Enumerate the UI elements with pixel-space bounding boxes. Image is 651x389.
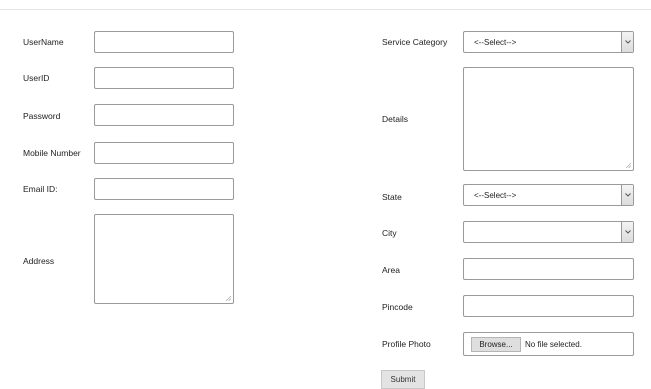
city-label: City: [382, 228, 397, 238]
area-label: Area: [382, 265, 400, 275]
chevron-down-icon[interactable]: [621, 32, 633, 52]
mobile-number-label: Mobile Number: [23, 148, 81, 158]
area-input[interactable]: [463, 258, 634, 280]
details-label: Details: [382, 114, 408, 124]
resize-grip-icon[interactable]: [226, 296, 231, 301]
address-label: Address: [23, 256, 55, 266]
email-input[interactable]: [94, 178, 234, 200]
browse-button[interactable]: Browse...: [471, 337, 521, 352]
password-label: Password: [23, 111, 61, 121]
details-textarea[interactable]: [463, 67, 634, 171]
profile-photo-file-input[interactable]: Browse... No file selected.: [463, 332, 634, 356]
state-select[interactable]: <--Select-->: [463, 184, 634, 206]
email-label: Email ID:: [23, 184, 58, 194]
password-input[interactable]: [94, 104, 234, 126]
state-label: State: [382, 192, 402, 202]
profile-photo-label: Profile Photo: [382, 339, 431, 349]
service-category-selected: <--Select-->: [474, 38, 517, 47]
pincode-input[interactable]: [463, 295, 634, 317]
chevron-down-icon[interactable]: [621, 185, 633, 205]
username-input[interactable]: [94, 31, 234, 53]
userid-input[interactable]: [94, 67, 234, 89]
submit-button[interactable]: Submit: [381, 370, 425, 389]
userid-label: UserID: [23, 73, 50, 83]
username-label: UserName: [23, 37, 64, 47]
registration-page: UserName UserID Password Mobile Number E…: [0, 0, 651, 389]
address-textarea[interactable]: [94, 214, 234, 304]
mobile-number-input[interactable]: [94, 142, 234, 164]
service-category-label: Service Category: [382, 37, 448, 47]
chevron-down-icon[interactable]: [621, 222, 633, 242]
pincode-label: Pincode: [382, 302, 413, 312]
city-select[interactable]: [463, 221, 634, 243]
file-status-text: No file selected.: [525, 340, 582, 349]
top-divider: [0, 9, 651, 10]
resize-grip-icon[interactable]: [626, 163, 631, 168]
service-category-select[interactable]: <--Select-->: [463, 31, 634, 53]
state-selected: <--Select-->: [474, 191, 517, 200]
